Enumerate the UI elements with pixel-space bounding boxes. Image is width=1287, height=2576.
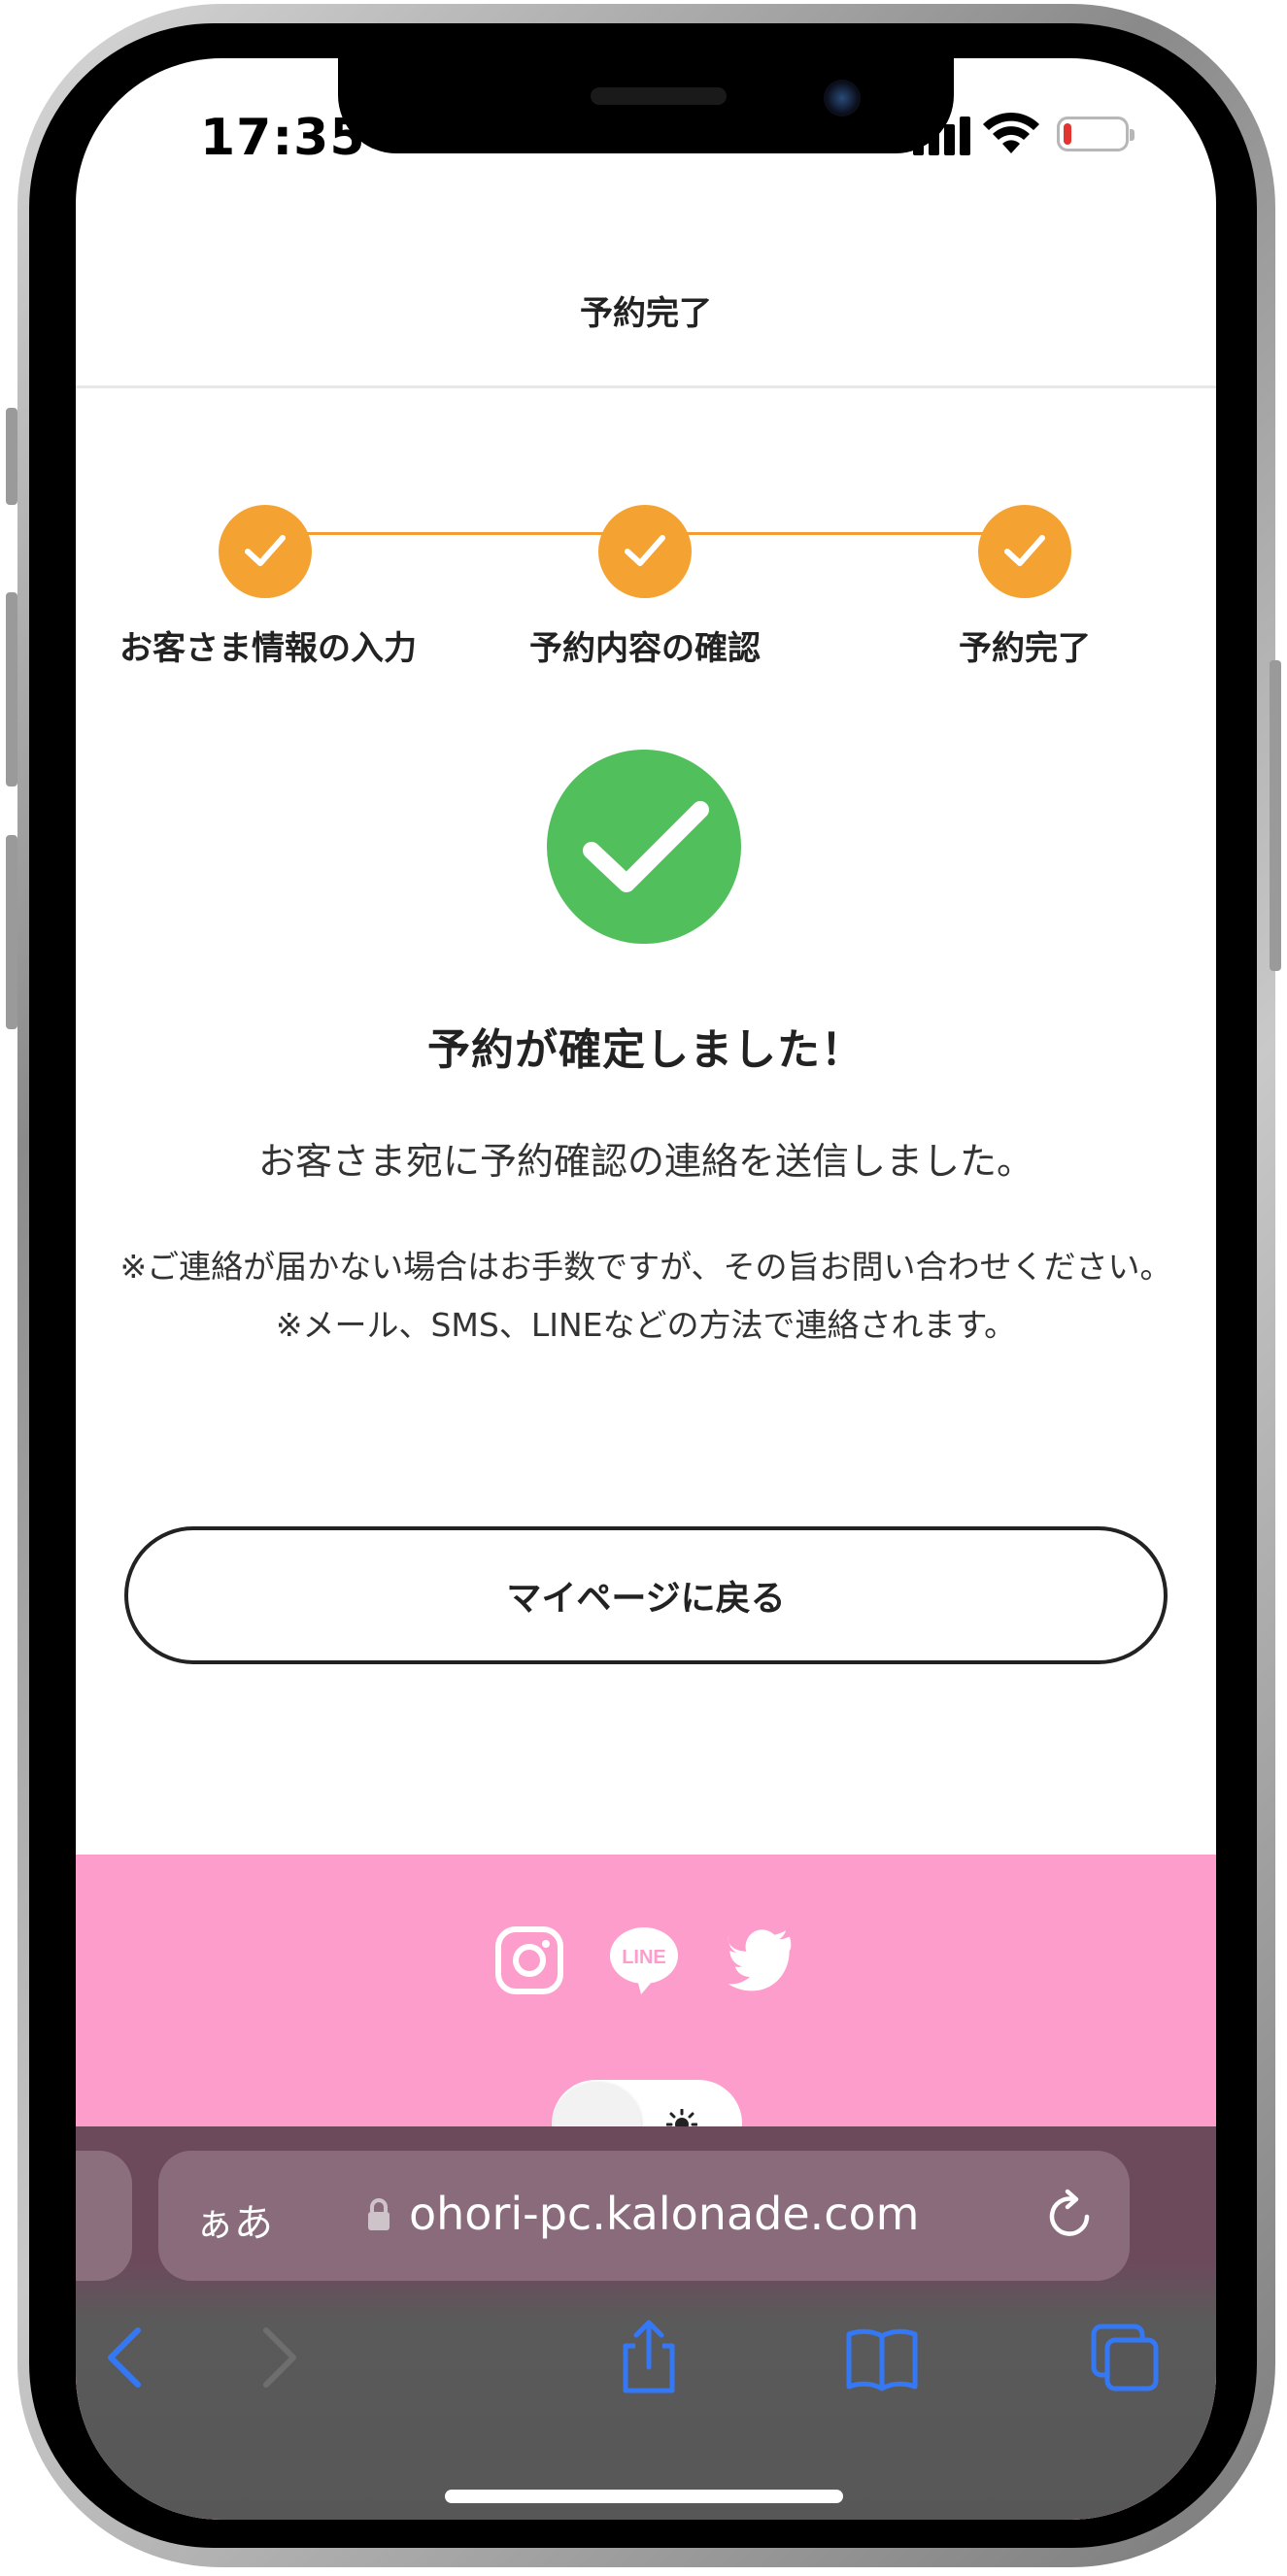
previous-tab-edge[interactable] xyxy=(76,2151,132,2281)
confirmation-message: お客さま宛に予約確認の連絡を送信しました。 xyxy=(257,1140,1033,1183)
wifi-icon xyxy=(983,112,1039,153)
back-icon[interactable] xyxy=(87,2319,165,2396)
phone-screen: 17:35 予約完了 お客さま情報の入力 予約内容の確認 予約完了 予約が確定し… xyxy=(76,58,1216,2520)
front-camera xyxy=(824,80,861,117)
safari-toolbar: ぁあ ohori-pc.kalonade.com xyxy=(76,2126,1216,2520)
address-bar[interactable]: ぁあ ohori-pc.kalonade.com xyxy=(158,2151,1130,2281)
instagram-icon[interactable] xyxy=(493,1924,565,1996)
volume-down-button xyxy=(6,835,17,1029)
tabs-icon[interactable] xyxy=(1086,2319,1164,2396)
power-button xyxy=(1270,660,1281,971)
step-label: 予約内容の確認 xyxy=(529,629,761,668)
note-line: ※メール、SMS、LINEなどの方法で連絡されます。 xyxy=(275,1306,1017,1344)
check-icon xyxy=(625,535,665,566)
step-complete-circle xyxy=(978,505,1071,598)
twitter-icon[interactable] xyxy=(725,1924,796,1996)
lock-icon xyxy=(368,2198,389,2230)
check-icon xyxy=(245,535,286,566)
mute-switch xyxy=(6,408,17,505)
step-label: 予約完了 xyxy=(959,629,1091,668)
back-to-mypage-button[interactable]: マイページに戻る xyxy=(124,1526,1168,1664)
note-line: ※ご連絡が届かない場合はお手数ですが、その旨お問い合わせください。 xyxy=(119,1248,1172,1286)
page-header: 予約完了 xyxy=(76,233,1216,388)
home-indicator xyxy=(445,2490,843,2503)
check-icon xyxy=(1004,535,1045,566)
progress-stepper: お客さま情報の入力 予約内容の確認 予約完了 xyxy=(76,427,1216,668)
page-title: 予約完了 xyxy=(580,294,712,333)
status-time: 17:35 xyxy=(200,109,366,167)
confirmation-title: 予約が確定しました！ xyxy=(427,1025,864,1075)
forward-icon[interactable] xyxy=(239,2319,317,2396)
share-icon[interactable] xyxy=(610,2319,688,2396)
line-icon[interactable]: LINE xyxy=(608,1924,680,1996)
step-customer-info: お客さま情報の入力 xyxy=(119,505,417,669)
page-format-button[interactable]: ぁあ xyxy=(195,2191,273,2248)
step-complete-circle xyxy=(598,505,692,598)
success-check-icon xyxy=(547,750,741,944)
step-reservation-complete: 予約完了 xyxy=(879,505,1170,669)
battery-icon xyxy=(1057,117,1135,151)
url-text[interactable]: ohori-pc.kalonade.com xyxy=(409,2188,920,2240)
step-complete-circle xyxy=(219,505,312,598)
bookmarks-icon[interactable] xyxy=(843,2319,921,2396)
notch xyxy=(338,58,954,153)
confirmation-note: ※ご連絡が届かない場合はお手数ですが、その旨お問い合わせください。 ※メール、S… xyxy=(115,1238,1177,1355)
earpiece-speaker xyxy=(591,87,727,105)
step-label: お客さま情報の入力 xyxy=(119,629,417,668)
line-icon-text: LINE xyxy=(622,1947,666,1968)
volume-up-button xyxy=(6,592,17,786)
reload-icon[interactable] xyxy=(1044,2188,1099,2246)
battery-level xyxy=(1064,123,1071,145)
step-confirm-details: 予約内容の確認 xyxy=(499,505,791,669)
